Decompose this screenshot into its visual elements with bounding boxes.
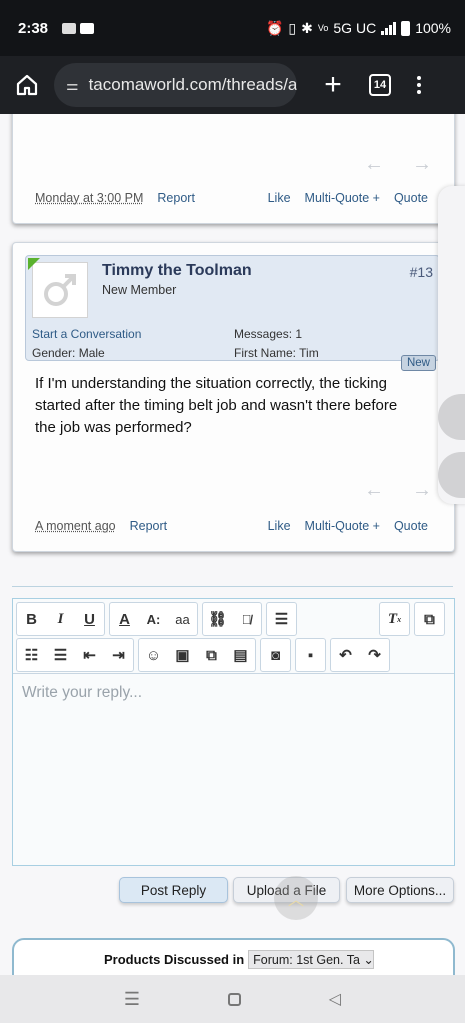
post-reply-button[interactable]: Post Reply [119,877,228,903]
toggle-bbcode-icon[interactable]: ⧉ [415,603,444,635]
arrow-right-icon[interactable]: → [412,153,432,176]
font-family-icon[interactable]: aa [168,603,197,635]
male-icon [44,274,76,306]
numbered-list-icon[interactable]: ☰ [46,639,75,671]
post-message: If I'm understanding the situation corre… [35,375,398,436]
post-footer: Monday at 3:00 PM Report Like Multi-Quot… [35,191,428,205]
post-date[interactable]: A moment ago [35,519,116,533]
notification-icon [62,22,77,34]
report-link[interactable]: Report [130,519,168,533]
multi-quote-link[interactable]: Multi-Quote + [305,519,380,533]
products-label: Products Discussed in [104,952,245,967]
start-conversation-link[interactable]: Start a Conversation [32,327,141,341]
underline-icon[interactable]: U [75,603,104,635]
save-draft-icon[interactable]: ▪ [296,639,325,671]
tab-switcher-button[interactable]: 14 [369,74,391,96]
forum-post: Timmy the Toolman New Member #13 Start a… [12,242,455,552]
battery-percent: 100% [415,20,451,36]
redo-icon[interactable]: ↷ [360,639,389,671]
reply-textarea[interactable]: Write your reply... [13,673,454,865]
arrow-right-icon[interactable]: → [412,479,432,502]
site-settings-icon[interactable]: ⚌ [66,77,79,94]
system-nav-bar: ☰ ◁ [0,975,465,1023]
remove-format-icon[interactable]: Tx [380,603,409,635]
quote-link[interactable]: Quote [394,519,428,533]
network-label: 5G UC [333,20,377,36]
italic-icon[interactable]: I [46,603,75,635]
user-info-box: Timmy the Toolman New Member #13 Start a… [25,255,440,361]
status-bar: 2:38 ⏰ ▯ ✱ Vo 5G UC 100% [0,0,465,56]
gender-row: Gender: Male [32,346,105,360]
more-options-button[interactable]: More Options... [346,877,454,903]
report-link[interactable]: Report [157,191,195,205]
image-icon[interactable]: ▣ [168,639,197,671]
unlink-icon[interactable]: ⛓̸ [232,603,261,635]
address-bar[interactable]: ⚌ tacomaworld.com/threads/ar [54,63,297,107]
like-link[interactable]: Like [268,191,291,205]
messages-row: Messages: 1 [234,327,303,341]
recents-icon[interactable]: ☰ [124,989,140,1010]
reply-placeholder: Write your reply... [22,684,143,701]
home-icon[interactable] [10,68,44,102]
post-nav-arrows: ← → [364,479,432,502]
post-footer: A moment ago Report Like Multi-Quote + Q… [35,519,428,533]
new-tab-icon[interactable]: + [319,70,347,100]
avatar[interactable] [32,262,88,318]
bluetooth-icon: ✱ [301,19,313,36]
bold-icon[interactable]: B [17,603,46,635]
alarm-icon: ⏰ [265,19,284,36]
post-date[interactable]: Monday at 3:00 PM [35,191,143,205]
post-nav-arrows: ← → [364,153,432,176]
smilie-icon[interactable]: ☺ [139,639,168,671]
bullet-list-icon[interactable]: ☷ [17,639,46,671]
scroll-up-icon[interactable]: ︿ [274,876,318,920]
align-icon[interactable]: ☰ [267,603,296,635]
media-icon[interactable]: ⧉ [197,639,226,671]
vibrate-icon: ▯ [288,19,297,36]
forum-select[interactable]: Forum: 1st Gen. Ta ⌄ [248,950,375,969]
online-indicator [28,258,40,270]
reply-editor: B I U A A: aa ⛓ ⛓̸ ☰ Tx ⧉ ☷ ☰ ⇤ ⇥ ☺ ▣ ⧉ … [12,598,455,866]
user-title: New Member [102,283,177,297]
editor-toolbar-row-1: B I U A A: aa ⛓ ⛓̸ ☰ Tx ⧉ [16,602,449,636]
editor-toolbar-row-2: ☷ ☰ ⇤ ⇥ ☺ ▣ ⧉ ▤ ◙ ▪ ↶ ↷ [16,638,394,672]
quote-link[interactable]: Quote [394,191,428,205]
outdent-icon[interactable]: ⇤ [75,639,104,671]
text-color-icon[interactable]: A [110,603,139,635]
arrow-left-icon[interactable]: ← [364,479,384,502]
first-name-row: First Name: Tim [234,346,319,360]
link-icon[interactable]: ⛓ [203,603,232,635]
battery-icon [401,20,411,36]
youtube-icon [80,22,95,34]
back-icon[interactable]: ◁ [329,989,341,1009]
camera-icon[interactable]: ◙ [261,639,290,671]
new-badge: New [400,355,436,371]
browser-menu-icon[interactable] [417,76,421,94]
page-content: ← → Monday at 3:00 PM Report Like Multi-… [0,114,465,975]
like-link[interactable]: Like [268,519,291,533]
username[interactable]: Timmy the Toolman [102,262,252,280]
browser-toolbar: ⚌ tacomaworld.com/threads/ar + 14 [0,56,465,114]
clock: 2:38 [18,19,49,37]
indent-icon[interactable]: ⇥ [104,639,133,671]
divider [12,586,453,587]
insert-more-icon[interactable]: ▤ [226,639,255,671]
volte-icon: Vo [317,23,329,33]
signal-icon [381,21,397,35]
products-discussed-box: Products Discussed in Forum: 1st Gen. Ta… [12,938,455,975]
font-size-icon[interactable]: A: [139,603,168,635]
undo-icon[interactable]: ↶ [331,639,360,671]
multi-quote-link[interactable]: Multi-Quote + [305,191,380,205]
url-text: tacomaworld.com/threads/ar [88,75,297,94]
arrow-left-icon[interactable]: ← [364,153,384,176]
home-nav-icon[interactable] [227,992,241,1006]
previous-post: ← → Monday at 3:00 PM Report Like Multi-… [12,114,455,224]
post-number[interactable]: #13 [410,264,433,280]
